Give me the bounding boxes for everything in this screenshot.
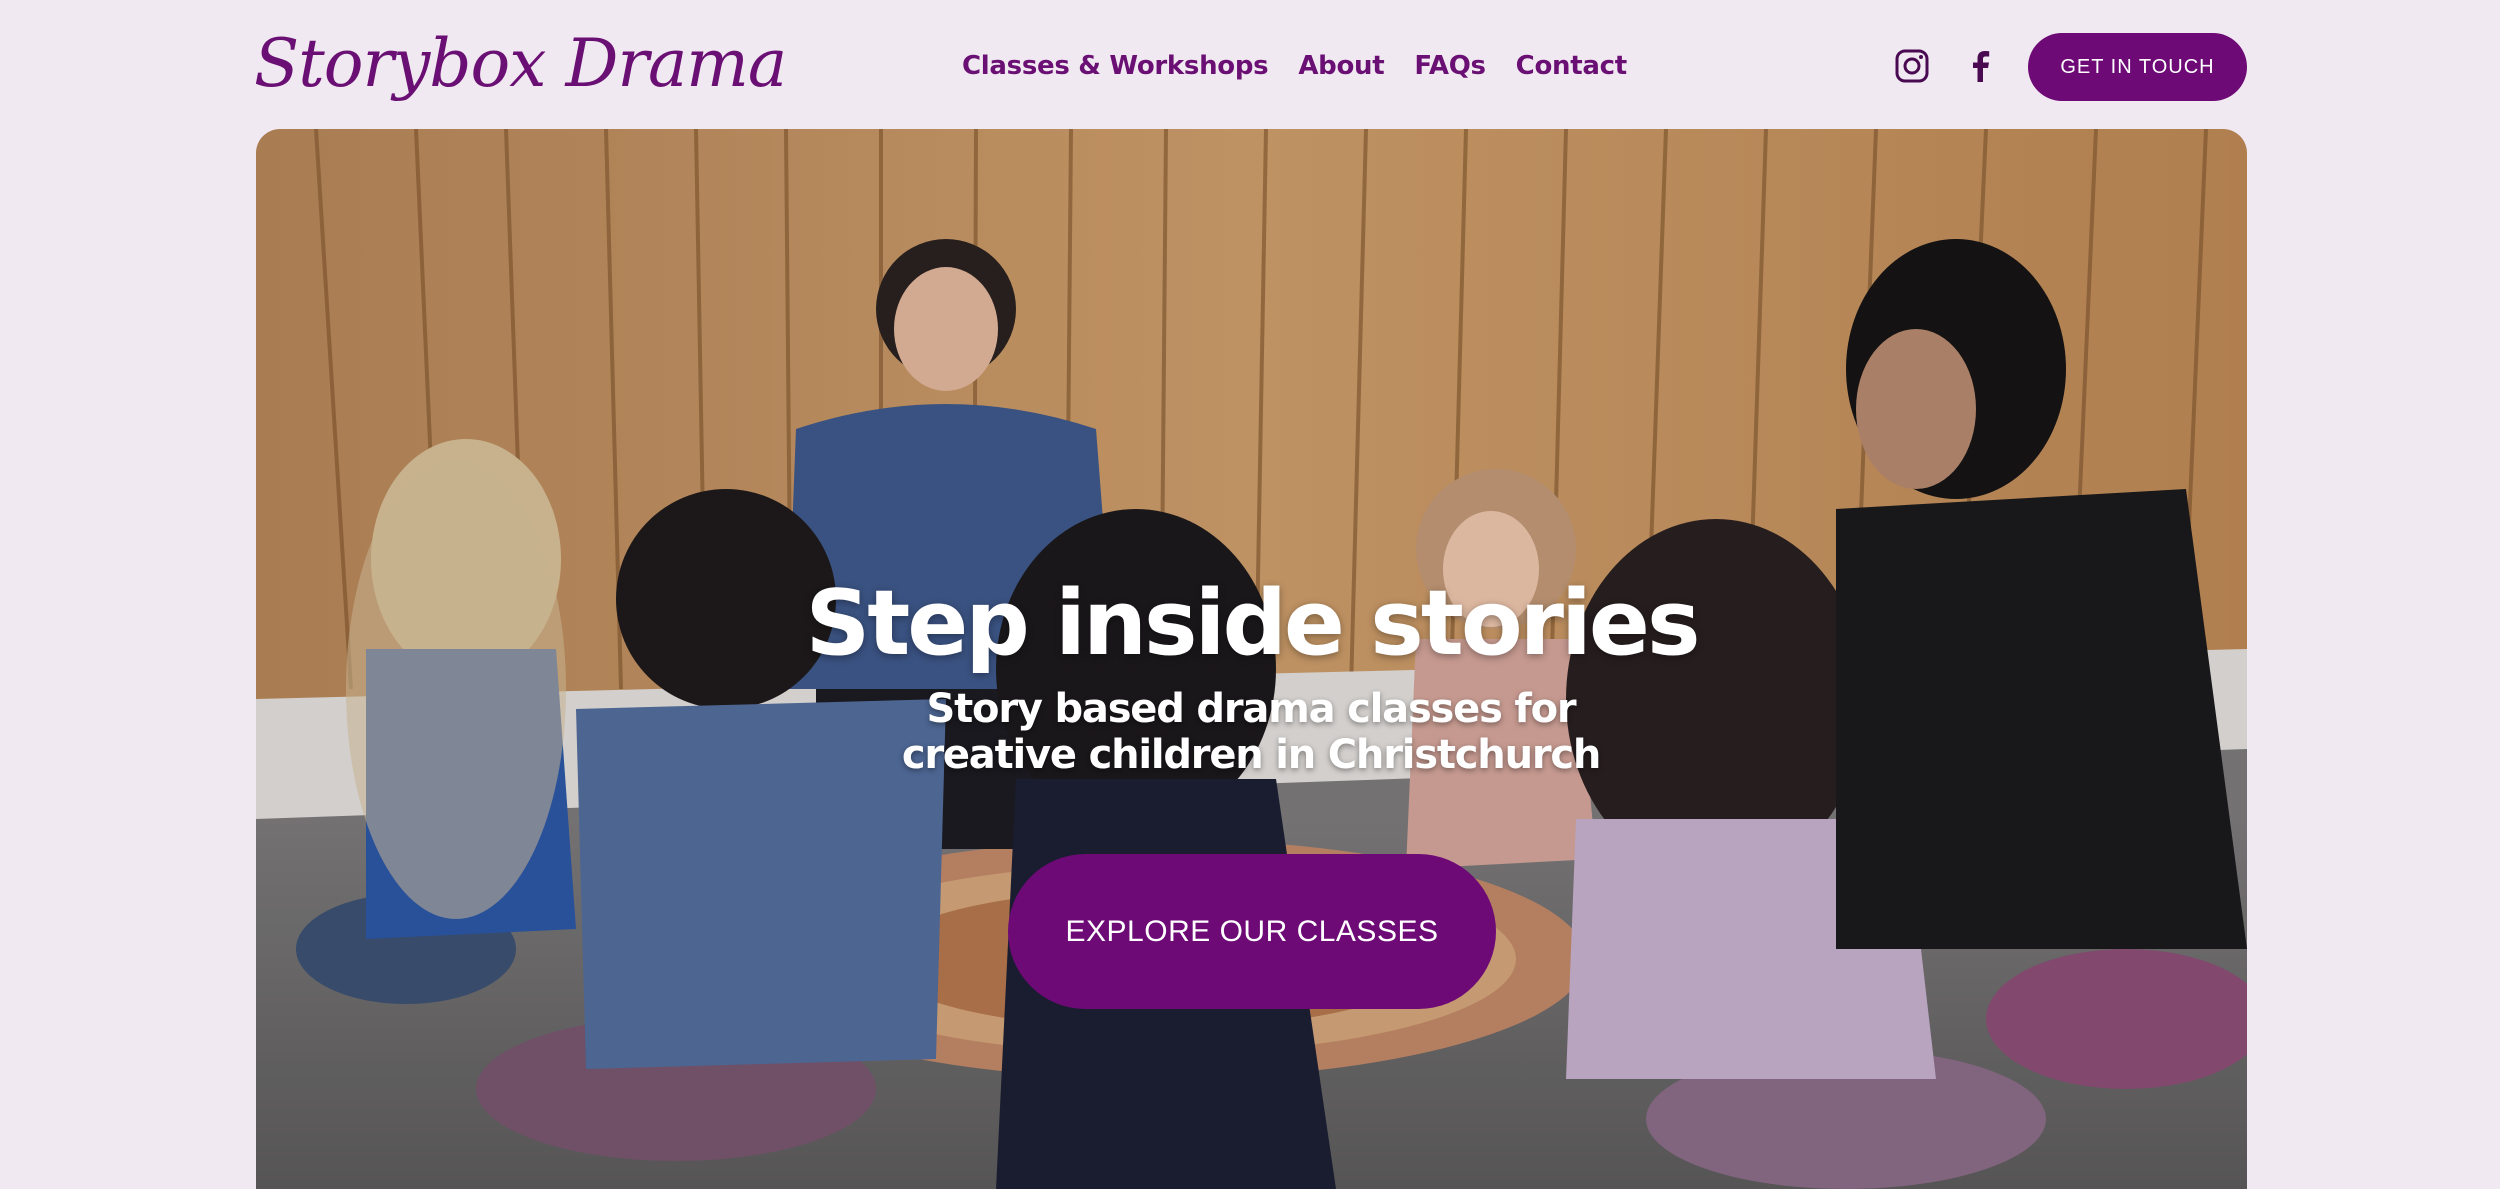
nav-item-contact[interactable]: Contact <box>1516 44 1627 88</box>
hero-title: Step inside stories <box>805 571 1700 676</box>
site-header: Storybox Drama Classes & Workshops About… <box>0 0 2500 130</box>
explore-classes-button[interactable]: EXPLORE OUR CLASSES <box>1008 854 1496 1009</box>
facebook-icon[interactable] <box>1961 46 2001 86</box>
nav-item-faqs[interactable]: FAQs <box>1414 44 1486 88</box>
hero-section: Step inside stories Story based drama cl… <box>256 129 2247 1189</box>
hero-subtitle: Story based drama classes for creative c… <box>901 686 1602 778</box>
nav-item-classes-workshops[interactable]: Classes & Workshops <box>962 44 1269 88</box>
instagram-icon[interactable] <box>1892 46 1932 86</box>
main-nav: Classes & Workshops About FAQs Contact <box>962 44 1627 88</box>
brand-logo[interactable]: Storybox Drama <box>254 14 787 114</box>
nav-item-about[interactable]: About <box>1298 44 1384 88</box>
get-in-touch-button[interactable]: GET IN TOUCH <box>2028 33 2247 101</box>
